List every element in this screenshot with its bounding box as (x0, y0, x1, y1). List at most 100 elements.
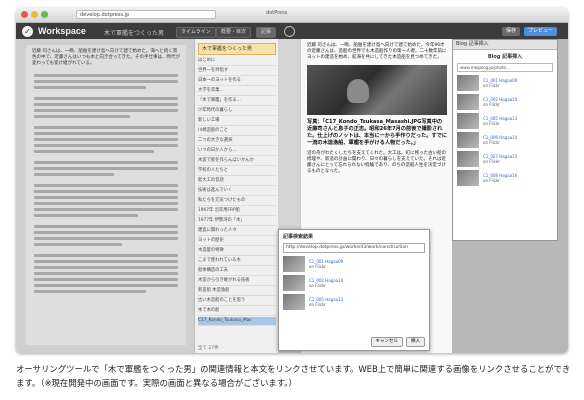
save-button[interactable]: 保存 (502, 27, 521, 36)
zoom-window-button[interactable] (41, 11, 48, 18)
outline-list: はじめに 世界一を目指す 日本一のヨットを作る 大学を卒業… 「木で軍艦」を作る… 少年時… (195, 57, 279, 326)
link-item-info: C1_006 Hagaa14 on Flickr (483, 135, 517, 145)
outline-item[interactable]: こまで使われている木 (198, 257, 276, 266)
link-panel-url[interactable]: www.megalog.jp/photo... (457, 63, 553, 72)
link-item-info: C1_001 Hagaa09 on Flickr (309, 259, 343, 269)
outline-item[interactable]: 学校の人たちと (198, 167, 276, 176)
thumbnail-image[interactable] (457, 170, 479, 186)
thumbnail-image[interactable] (457, 94, 479, 110)
outline-item[interactable]: 世界一を目指す (198, 67, 276, 76)
minimize-window-button[interactable] (31, 11, 38, 18)
outline-item[interactable]: 木造で船を作らんばいかんか (198, 157, 276, 166)
outline-item[interactable]: 私たちを元気つけたもの (198, 197, 276, 206)
link-item[interactable]: C1_008 Hagaa16 on Flickr (457, 170, 553, 186)
outline-item[interactable]: 1967年 沿岸用FRP船 (198, 207, 276, 216)
article-top-text[interactable]: 近藤 司さんは、一晩、船舶を建け島へ向けて建て始めた。今年96才の近藤さんは、造… (301, 39, 453, 61)
photo-caption[interactable]: 写真：「C17_Kondo_Tsukasa_Masashi.JPG写真中の近藤司… (301, 119, 453, 147)
thumbnail-image[interactable] (457, 113, 479, 129)
tab-timeline[interactable]: タイムライン (176, 27, 216, 38)
link-item-info: C1_001 Hagaa09 on Flickr (483, 78, 517, 88)
thumbnail-image[interactable] (283, 275, 305, 291)
outline-item[interactable]: 木で木の船 (198, 307, 276, 316)
link-item-info: C1_002 Hagaa10 on Flickr (309, 278, 343, 288)
app-name: Workspace (38, 26, 86, 36)
outline-item[interactable]: 「木で軍艦」を作る… (198, 97, 276, 106)
window-titlebar: develop.dotpress.jp dotPress (16, 8, 568, 23)
link-item[interactable]: C1_001 Hagaa09 on Flickr (283, 256, 425, 272)
source-text-column: 近藤 司さんは、一晩、船舶を建け島へ向けて建て始めた。海へと続く景色の中で、近藤… (16, 39, 194, 353)
outline-item[interactable]: はじめに (198, 57, 276, 66)
app-toolbar: ✓ Workspace 木で軍艦をつくった男 タイムライン 概要・目次 記事 保… (16, 23, 568, 40)
cancel-button[interactable]: キャンセル (370, 337, 403, 347)
blog-link-panel: Blog 記事挿入 Blog 記事挿入 www.megalog.jp/photo… (452, 39, 558, 241)
outline-item[interactable]: 大学を卒業… (198, 87, 276, 96)
close-window-button[interactable] (21, 11, 28, 18)
link-item[interactable]: C1_001 Hagaa09 on Flickr (457, 75, 553, 91)
outline-item[interactable]: 木造艇の特徴 (198, 247, 276, 256)
search-panel-title: 記事検索結果 (283, 234, 314, 240)
window-title: dotPress (266, 10, 288, 16)
link-item[interactable]: C1_007 Hagaa15 on Flickr (457, 151, 553, 167)
link-item[interactable]: C1_002 Hagaa10 on Flickr (283, 275, 425, 291)
document-title: 木で軍艦をつくった男 (104, 30, 165, 37)
thumbnail-image[interactable] (283, 294, 305, 310)
link-item[interactable]: C1_006 Hagaa14 on Flickr (457, 132, 553, 148)
outline-item[interactable]: 船体構造の工夫 (198, 267, 276, 276)
outline-item[interactable]: ヨットの歴史 (198, 237, 276, 246)
link-item-info: C1_002 Hagaa10 on Flickr (483, 97, 517, 107)
outline-item[interactable]: 木造から引き継がれる技術 (198, 277, 276, 286)
link-panel-header: Blog 記事挿入 (453, 40, 557, 50)
tab-article[interactable]: 記事 (256, 27, 277, 38)
search-result-list: C1_001 Hagaa09 on Flickr C1_002 Hagaa10 on … (279, 256, 429, 310)
outline-header[interactable]: 木で軍艦をつくった男 (198, 43, 276, 55)
thumbnail-image[interactable] (457, 132, 479, 148)
link-item[interactable]: C1_002 Hagaa10 on Flickr (457, 94, 553, 110)
gear-icon[interactable] (284, 26, 295, 37)
link-item-info: C1_007 Hagaa15 on Flickr (483, 154, 517, 164)
figure-caption: オーサリングツールで「木で軍艦をつくった男」の関連情報と本文をリンクさせています… (16, 364, 571, 388)
link-item-source: on Flickr (309, 283, 326, 288)
link-list: C1_001 Hagaa09 on Flickr C1_002 Hagaa10 on … (453, 75, 557, 186)
outline-item[interactable]: 1977年 伊勢湾の「木」 (198, 217, 276, 226)
link-item-source: on Flickr (483, 121, 500, 126)
app-logo-icon: ✓ (22, 26, 33, 37)
outline-item[interactable]: 技術は進んでいく (198, 187, 276, 196)
tab-overview[interactable]: 概要・目次 (216, 27, 252, 38)
thumbnail-image[interactable] (457, 75, 479, 91)
link-item[interactable]: C1_005 Hagaa13 on Flickr (457, 113, 553, 129)
outline-item[interactable]: 日本一のヨットを作る (198, 77, 276, 86)
link-item-info: C1_008 Hagaa16 on Flickr (483, 173, 517, 183)
link-item-info: C1_005 Hagaa13 on Flickr (483, 116, 517, 126)
outline-item[interactable]: いつの日か人から… (198, 147, 276, 156)
preview-button[interactable]: プレビュー (524, 27, 558, 36)
article-photo[interactable] (307, 65, 447, 115)
thumbnail-image[interactable] (457, 151, 479, 167)
outline-footer: 全て 27件 (198, 346, 219, 351)
search-url-input[interactable]: http://develop.dotpress.jp/works/43/work… (283, 243, 425, 253)
outline-item[interactable]: 建造に関わった人々 (198, 227, 276, 236)
link-item[interactable]: C1_005 Hagaa13 on Flickr (283, 294, 425, 310)
source-text-page[interactable]: 近藤 司さんは、一晩、船舶を建け島へ向けて建て始めた。海へと続く景色の中で、近藤… (26, 45, 186, 345)
search-results-panel: 記事検索結果 http://develop.dotpress.jp/works/… (278, 229, 430, 351)
outline-item[interactable]: 新しい工場 (198, 117, 276, 126)
outline-item[interactable]: C17_Kondo_Tsukasa_Mas (198, 317, 276, 326)
link-column: Blog 記事挿入 Blog 記事挿入 www.megalog.jp/photo… (452, 39, 568, 353)
article-bottom-text[interactable]: 沼の舟がわたくしたちを支えてくれた。大工は、町に残った古い船の修理や、新造の計画… (301, 147, 453, 175)
thumbnail-image[interactable] (283, 256, 305, 272)
outline-item[interactable]: 古い木造船のことを思う (198, 297, 276, 306)
insert-button[interactable]: 挿入 (406, 337, 425, 347)
link-item-source: on Flickr (309, 302, 326, 307)
outline-item[interactable]: 船大工の昔話 (198, 177, 276, 186)
outline-item[interactable]: 川崎造船のこと (198, 127, 276, 136)
link-panel-title: Blog 記事挿入 (487, 54, 523, 60)
workspace-content: 近藤 司さんは、一晩、船舶を建け島へ向けて建て始めた。海へと続く景色の中で、近藤… (16, 39, 568, 353)
outline-panel: 木で軍艦をつくった男 はじめに 世界一を目指す 日本一のヨットを作る 大学を卒業… 「木… (194, 39, 280, 353)
address-bar[interactable]: develop.dotpress.jp (76, 10, 216, 19)
outline-item[interactable]: 少年時代の暮らし (198, 107, 276, 116)
link-item-source: on Flickr (483, 178, 500, 183)
search-panel-buttons: キャンセル 挿入 (370, 337, 425, 347)
outline-item[interactable]: 二つの大きな選択 (198, 137, 276, 146)
source-body-text: 近藤 司さんは、一晩、船舶を建け島へ向けて建て始めた。海へと続く景色の中で、近藤… (32, 49, 180, 66)
outline-item[interactable]: 新造船 木造漁船 (198, 287, 276, 296)
link-item-source: on Flickr (483, 83, 500, 88)
